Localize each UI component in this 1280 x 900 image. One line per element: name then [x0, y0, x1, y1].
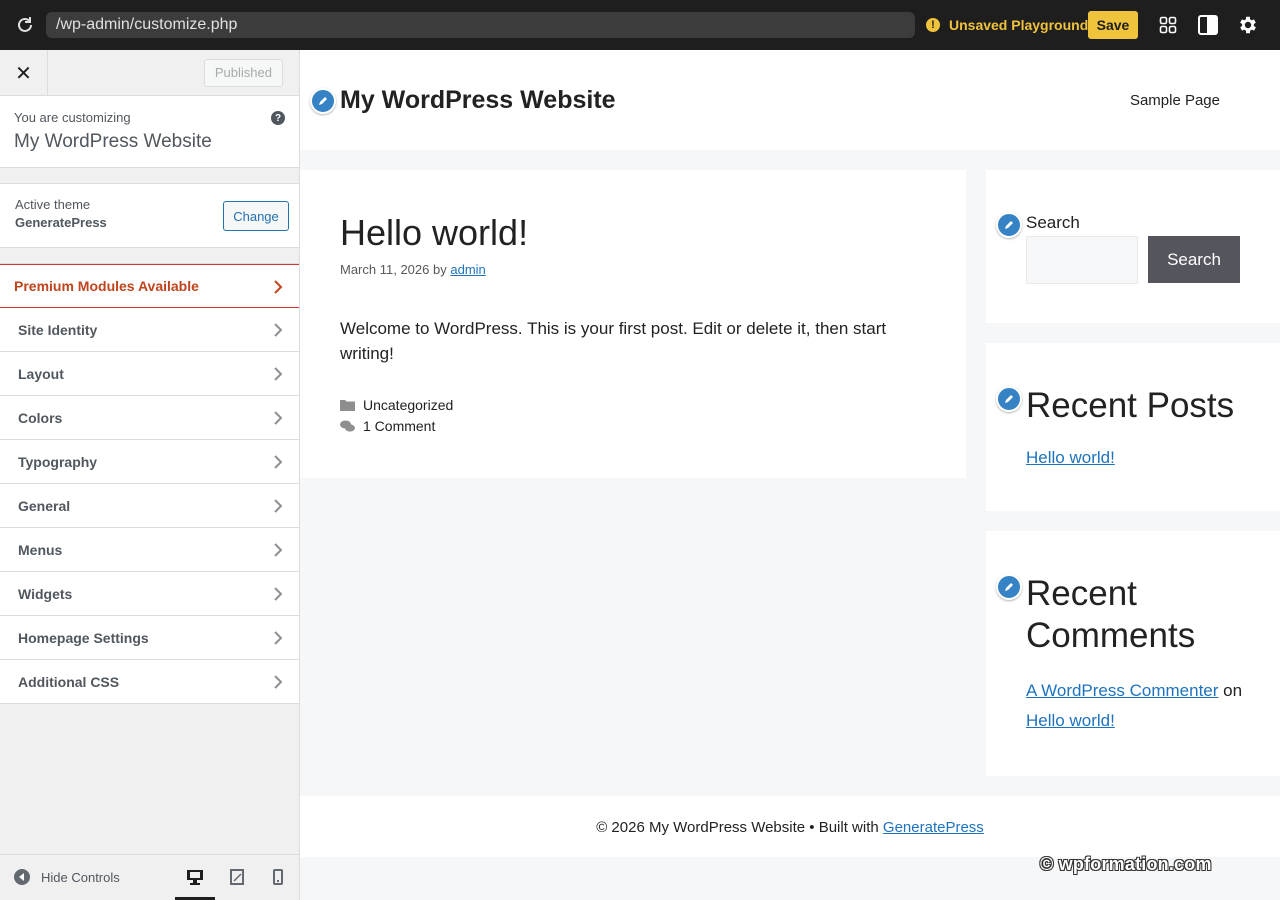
customizer-sidebar: ✕ Published You are customizing My WordP… — [0, 50, 300, 900]
chevron-right-icon — [273, 674, 283, 693]
section-additional-css[interactable]: Additional CSS — [0, 660, 299, 704]
edit-shortcut-pencil-icon[interactable] — [996, 212, 1022, 238]
post-category: Uncategorized — [340, 397, 453, 413]
footer-copyright: © 2026 My WordPress Website • Built with — [596, 819, 879, 836]
search-input[interactable] — [1026, 236, 1138, 284]
chevron-right-icon — [273, 498, 283, 517]
chevron-right-icon — [273, 279, 283, 298]
hide-controls-button[interactable]: Hide Controls — [14, 869, 120, 885]
unsaved-playground-status[interactable]: ! Unsaved Playground — [926, 0, 1088, 50]
section-site-identity[interactable]: Site Identity — [0, 308, 299, 352]
section-widgets[interactable]: Widgets — [0, 572, 299, 616]
search-widget-label: Search — [1026, 213, 1080, 232]
settings-gear-icon[interactable] — [1236, 13, 1260, 37]
section-label: Additional CSS — [18, 673, 120, 690]
section-layout[interactable]: Layout — [0, 352, 299, 396]
url-bar[interactable]: /wp-admin/customize.php — [46, 12, 915, 38]
footer-theme-link[interactable]: GeneratePress — [883, 819, 984, 836]
nav-sample-page[interactable]: Sample Page — [1130, 92, 1220, 109]
published-button[interactable]: Published — [203, 59, 283, 87]
comments-link[interactable]: 1 Comment — [363, 418, 435, 434]
chevron-right-icon — [273, 366, 283, 385]
watermark: © wpformation.com — [1040, 854, 1212, 874]
hide-controls-label: Hide Controls — [41, 869, 120, 885]
post-title[interactable]: Hello world! — [340, 212, 528, 254]
recent-comment-item: A WordPress Commenter on Hello world! — [1026, 676, 1266, 736]
chevron-right-icon — [273, 586, 283, 605]
edit-shortcut-pencil-icon[interactable] — [310, 88, 336, 114]
post-comments: 1 Comment — [340, 418, 435, 434]
post-article: Hello world! March 11, 2026 by admin Wel… — [300, 170, 966, 478]
section-homepage-settings[interactable]: Homepage Settings — [0, 616, 299, 660]
section-label: Layout — [18, 365, 64, 382]
section-label: Homepage Settings — [18, 629, 149, 646]
active-theme-panel: Active theme GeneratePress Change — [0, 183, 299, 248]
comment-post-link[interactable]: Hello world! — [1026, 711, 1115, 730]
section-label: Colors — [18, 409, 63, 426]
post-by: by — [433, 262, 447, 277]
comment-author-link[interactable]: A WordPress Commenter — [1026, 681, 1218, 700]
site-header: My WordPress Website Sample Page — [300, 50, 1280, 150]
section-label: Widgets — [18, 585, 73, 602]
folder-icon — [340, 399, 355, 411]
warning-icon: ! — [926, 18, 940, 32]
post-meta: March 11, 2026 by admin — [340, 262, 486, 277]
unsaved-label: Unsaved Playground — [949, 17, 1089, 33]
recent-comments-widget: Recent Comments A WordPress Commenter on… — [986, 531, 1280, 776]
change-theme-button[interactable]: Change — [223, 201, 289, 231]
recent-post-item: Hello world! — [1026, 443, 1115, 473]
sidebar-header: ✕ Published — [0, 50, 299, 96]
chevron-right-icon — [273, 630, 283, 649]
customizing-label: You are customizing — [14, 110, 131, 125]
sidebar-footer: Hide Controls — [0, 854, 299, 900]
search-widget: Search Search — [986, 170, 1280, 323]
blocks-grid-icon[interactable] — [1156, 13, 1180, 37]
section-label: General — [18, 497, 71, 514]
search-button[interactable]: Search — [1148, 236, 1240, 283]
save-button[interactable]: Save — [1088, 11, 1138, 39]
customizing-site-name: My WordPress Website — [14, 131, 212, 152]
customizing-info: You are customizing My WordPress Website… — [0, 96, 299, 168]
recent-comments-heading: Recent Comments — [1026, 574, 1196, 655]
category-link[interactable]: Uncategorized — [363, 397, 453, 413]
browser-toolbar: /wp-admin/customize.php ! Unsaved Playgr… — [0, 0, 1280, 50]
chevron-right-icon — [273, 322, 283, 341]
site-preview: My WordPress Website Sample Page Hello w… — [300, 50, 1280, 900]
tablet-preview-icon[interactable] — [227, 867, 247, 887]
mobile-preview-icon[interactable] — [268, 867, 288, 887]
reload-icon[interactable] — [0, 0, 50, 50]
customizer-sections: Premium Modules Available Site Identity … — [0, 263, 299, 704]
sidebar-toggle-icon[interactable] — [1196, 13, 1220, 37]
post-date: March 11, 2026 — [340, 262, 430, 277]
section-label: Site Identity — [18, 321, 98, 338]
desktop-preview-icon[interactable] — [175, 867, 215, 900]
recent-posts-widget: Recent Posts Hello world! — [986, 343, 1280, 511]
comments-icon — [340, 420, 355, 433]
site-title[interactable]: My WordPress Website — [340, 86, 616, 115]
section-label: Premium Modules Available — [14, 278, 199, 294]
section-colors[interactable]: Colors — [0, 396, 299, 440]
post-body: Welcome to WordPress. This is your first… — [340, 319, 887, 363]
chevron-right-icon — [273, 454, 283, 473]
section-label: Menus — [18, 541, 63, 558]
recent-posts-heading: Recent Posts — [1026, 386, 1235, 425]
section-menus[interactable]: Menus — [0, 528, 299, 572]
post-author-link[interactable]: admin — [450, 262, 485, 277]
edit-shortcut-pencil-icon[interactable] — [996, 574, 1022, 600]
chevron-right-icon — [273, 542, 283, 561]
section-premium-modules[interactable]: Premium Modules Available — [0, 264, 299, 308]
chevron-right-icon — [273, 410, 283, 429]
section-label: Typography — [18, 453, 98, 470]
site-footer: © 2026 My WordPress Website • Built with… — [300, 796, 1280, 857]
edit-shortcut-pencil-icon[interactable] — [996, 386, 1022, 412]
close-icon[interactable]: ✕ — [0, 50, 48, 96]
comment-on-text: on — [1223, 681, 1243, 700]
section-general[interactable]: General — [0, 484, 299, 528]
help-icon[interactable]: ? — [271, 111, 285, 125]
collapse-arrow-icon — [14, 869, 30, 885]
section-typography[interactable]: Typography — [0, 440, 299, 484]
recent-post-link[interactable]: Hello world! — [1026, 448, 1115, 467]
